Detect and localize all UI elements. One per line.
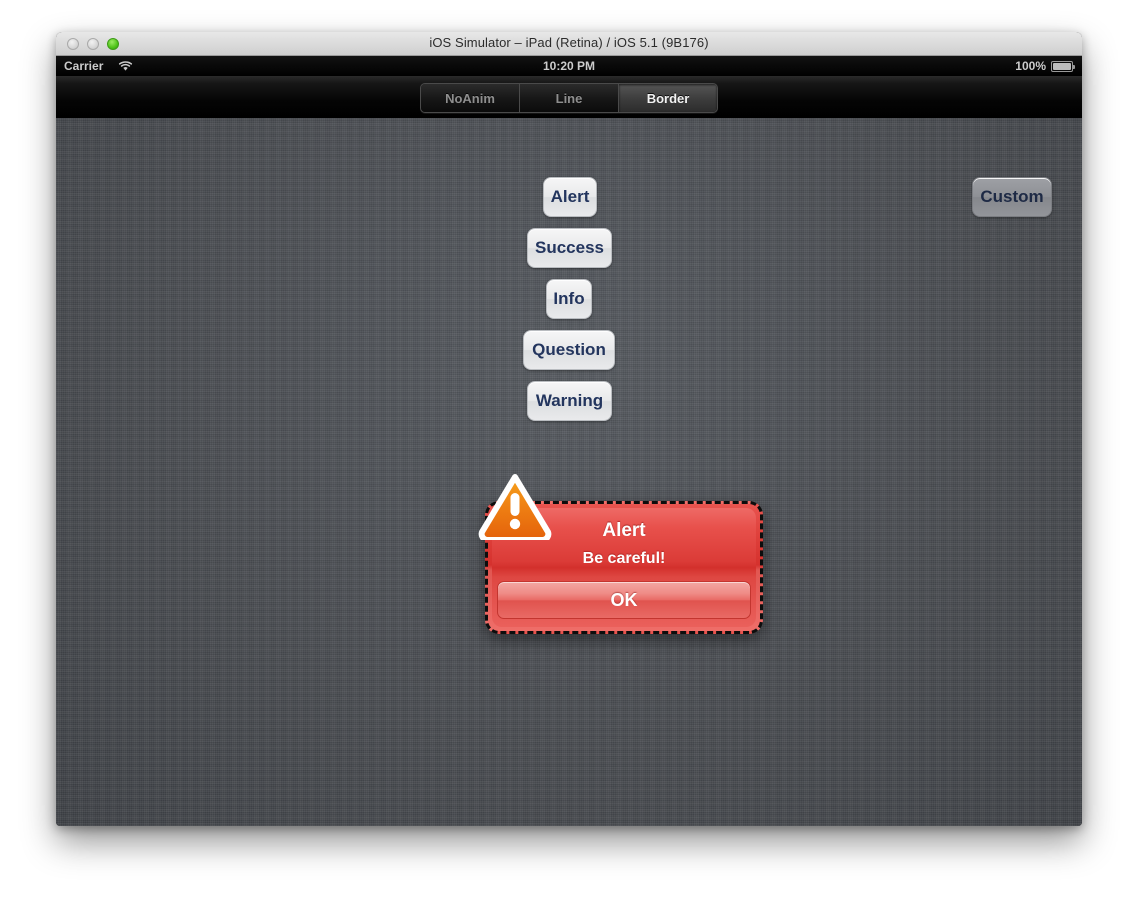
battery-percent-label: 100% [1015, 59, 1046, 73]
animation-segmented-control[interactable]: NoAnim Line Border [420, 83, 718, 113]
alert-message: Be careful! [582, 550, 666, 567]
info-demo-button[interactable]: Info [546, 279, 592, 319]
success-demo-button[interactable]: Success [527, 228, 612, 268]
battery-icon [1051, 61, 1075, 72]
question-demo-button[interactable]: Question [523, 330, 615, 370]
window-titlebar: iOS Simulator – iPad (Retina) / iOS 5.1 … [56, 32, 1082, 56]
window-title: iOS Simulator – iPad (Retina) / iOS 5.1 … [429, 35, 709, 50]
warning-demo-button[interactable]: Warning [527, 381, 612, 421]
segment-border[interactable]: Border [619, 84, 717, 112]
alert-title: Alert [602, 520, 646, 541]
ios-status-bar: Carrier 10:20 PM 100% [56, 56, 1082, 76]
status-clock: 10:20 PM [542, 59, 596, 73]
custom-demo-button[interactable]: Custom [972, 177, 1052, 217]
alert-dialog-body: Alert Be careful! OK [478, 474, 756, 627]
alert-dialog: Alert Be careful! OK [478, 474, 763, 634]
segment-noanim[interactable]: NoAnim [421, 84, 520, 112]
screenshot-root: iOS Simulator – iPad (Retina) / iOS 5.1 … [0, 0, 1138, 904]
app-canvas: Alert Success Info Question Warning Cust… [56, 118, 1082, 826]
alert-ok-button[interactable]: OK [497, 581, 751, 619]
segment-line[interactable]: Line [520, 84, 619, 112]
app-toolbar: NoAnim Line Border [56, 76, 1082, 118]
alert-demo-button[interactable]: Alert [543, 177, 597, 217]
simulator-window: iOS Simulator – iPad (Retina) / iOS 5.1 … [56, 32, 1082, 826]
